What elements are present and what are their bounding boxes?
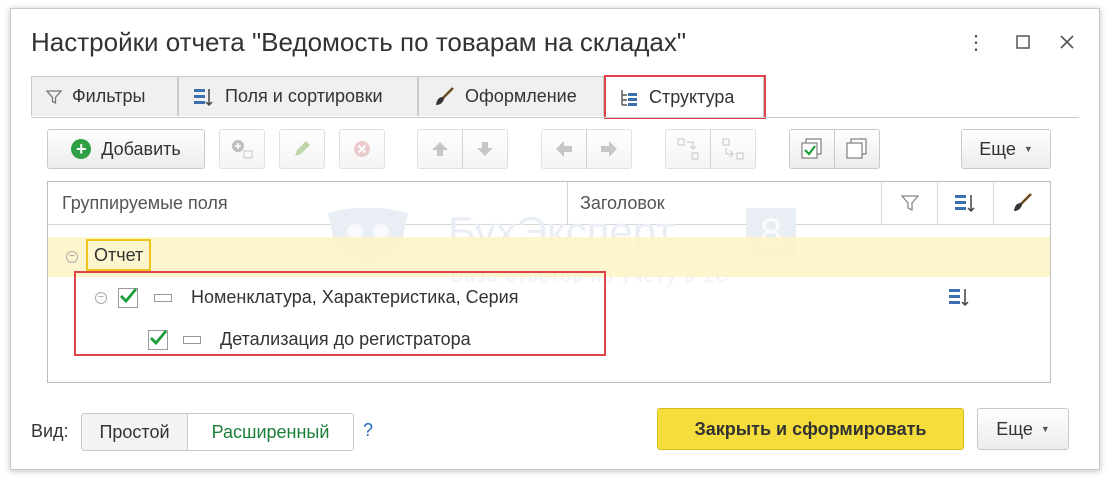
delete-button[interactable]	[339, 129, 385, 169]
move-down-button[interactable]	[462, 129, 508, 169]
column-header-filter[interactable]	[882, 182, 938, 224]
mode-simple-button[interactable]: Простой	[81, 413, 188, 451]
ungroup-button[interactable]	[710, 129, 756, 169]
filter-icon	[900, 195, 919, 212]
close-and-build-button[interactable]: Закрыть и сформировать	[657, 408, 964, 450]
filter-icon	[46, 89, 62, 105]
tab-label: Фильтры	[72, 86, 146, 106]
toolbar-more-label: Еще	[979, 138, 1016, 159]
view-label: Вид:	[31, 421, 69, 441]
mode-extended-button[interactable]: Расширенный	[187, 413, 354, 451]
group-icon	[677, 138, 699, 160]
footer-more-button[interactable]: Еще ▼	[977, 408, 1069, 450]
tab-label: Поля и сортировки	[225, 86, 383, 106]
move-up-button[interactable]	[417, 129, 463, 169]
arrow-down-icon	[477, 142, 493, 156]
fields-sort-icon	[193, 87, 215, 107]
edit-button[interactable]	[279, 129, 325, 169]
maximize-icon[interactable]	[1008, 27, 1038, 57]
arrow-right-icon	[601, 141, 617, 157]
help-link[interactable]: ?	[363, 420, 373, 441]
tab-fields-sorting[interactable]: Поля и сортировки	[178, 76, 418, 116]
move-left-button[interactable]	[541, 129, 587, 169]
footer-more-label: Еще	[996, 418, 1033, 439]
fields-sort-icon	[954, 195, 975, 213]
uncheck-all-icon	[846, 138, 867, 159]
tab-highlight-frame	[604, 75, 766, 119]
add-button-label: Добавить	[101, 138, 181, 159]
report-node-label: Отчет	[86, 239, 152, 271]
check-all-button[interactable]	[789, 129, 835, 169]
tab-filters[interactable]: Фильтры	[31, 76, 178, 116]
delete-icon	[354, 141, 370, 157]
chevron-down-icon: ▼	[1023, 144, 1033, 154]
chevron-down-icon: ▼	[1040, 424, 1050, 434]
more-menu-icon[interactable]: ⋮	[961, 27, 991, 57]
add-grouping-icon	[232, 140, 253, 159]
uncheck-all-button[interactable]	[834, 129, 880, 169]
tab-appearance[interactable]: Оформление	[418, 76, 604, 116]
pencil-icon	[295, 141, 310, 156]
column-header-fields[interactable]	[938, 182, 994, 224]
brush-icon	[1014, 193, 1032, 211]
add-button[interactable]: + Добавить	[47, 129, 205, 169]
group-button[interactable]	[665, 129, 711, 169]
check-all-icon	[801, 138, 822, 159]
toolbar-more-button[interactable]: Еще ▼	[961, 129, 1051, 169]
column-header-appearance[interactable]	[994, 182, 1050, 224]
tab-label: Оформление	[465, 86, 577, 106]
add-icon: +	[71, 139, 92, 159]
dialog-title: Настройки отчета "Ведомость по товарам н…	[31, 27, 687, 57]
close-icon[interactable]	[1052, 27, 1082, 57]
rows-highlight-frame	[74, 271, 606, 356]
settings-dialog: Настройки отчета "Ведомость по товарам н…	[10, 8, 1100, 470]
ungroup-icon	[722, 138, 744, 160]
collapse-icon[interactable]: −	[66, 251, 78, 263]
fields-sort-icon	[949, 289, 969, 307]
add-grouping-button[interactable]	[219, 129, 265, 169]
brush-icon	[433, 86, 455, 107]
move-right-button[interactable]	[586, 129, 632, 169]
arrow-left-icon	[556, 141, 572, 157]
arrow-up-icon	[432, 142, 448, 156]
row-fields-icon[interactable]	[948, 287, 972, 314]
